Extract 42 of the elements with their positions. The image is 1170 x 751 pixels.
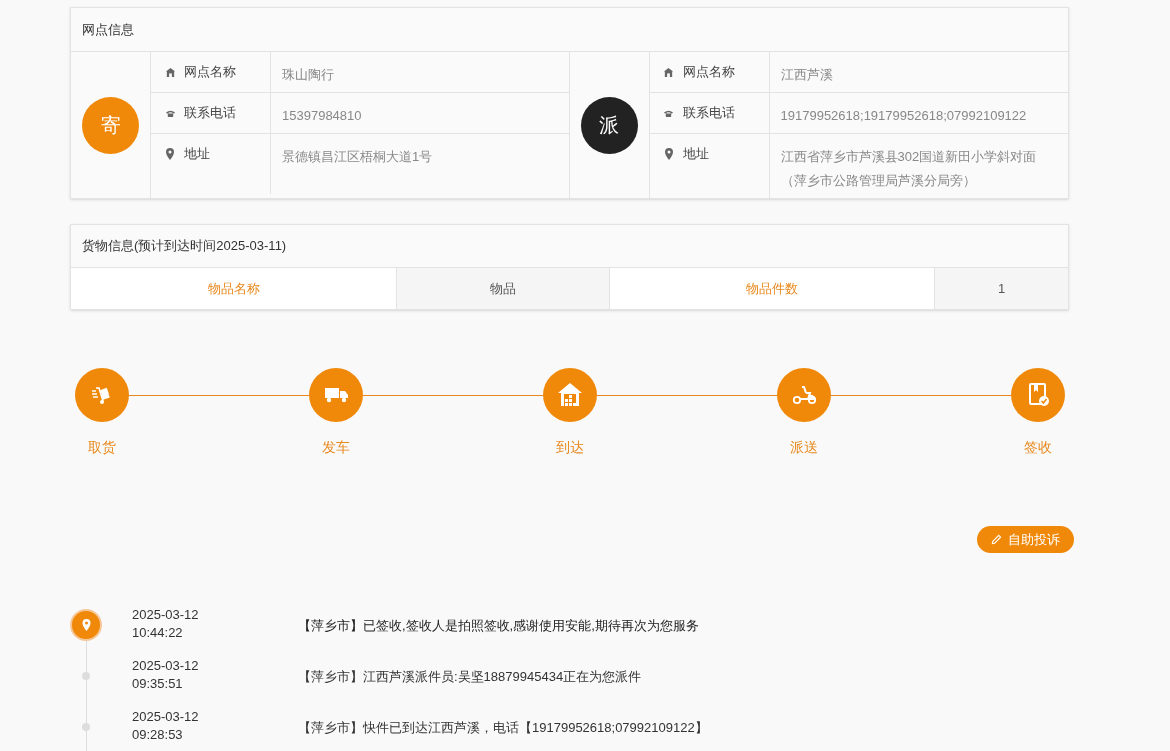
step-label: 发车 xyxy=(322,438,350,457)
pencil-icon xyxy=(991,534,1002,545)
event-date: 2025-03-12 xyxy=(132,657,200,675)
event-description: 【萍乡市】江西芦溪派件员:吴坚18879945434正在为您派件 xyxy=(298,668,642,686)
field-label: 网点名称 xyxy=(184,65,236,79)
location-pin-icon xyxy=(664,148,673,160)
field-value: 15397984810 xyxy=(282,108,362,123)
field-label: 地址 xyxy=(682,147,709,161)
field-value: 珠山陶行 xyxy=(282,67,334,82)
phone-icon xyxy=(164,108,176,118)
event-time: 09:35:51 xyxy=(132,675,184,693)
badge: 寄 xyxy=(82,96,139,154)
table-cell: 物品名称 xyxy=(71,268,397,309)
event-description: 【萍乡市】快件已到达江西芦溪，电话【19179952618;07992109122】 xyxy=(298,719,708,737)
step-label: 签收 xyxy=(1024,438,1052,457)
field-value: 19179952618;19179952618;07992109122 xyxy=(780,108,1027,123)
location-pin-icon xyxy=(81,619,91,631)
field-label: 地址 xyxy=(184,147,210,161)
field-value: 景德镇昌江区梧桐大道1号 xyxy=(282,149,433,164)
location-pin-icon xyxy=(166,148,174,160)
house-icon xyxy=(663,66,674,78)
field-label: 网点名称 xyxy=(682,65,735,79)
table-cell: 物品 xyxy=(397,268,610,309)
step-label: 取货 xyxy=(88,438,116,457)
event-description: 【萍乡市】已签收,签收人是拍照签收,感谢使用安能,期待再次为您服务 xyxy=(298,617,699,635)
table-cell: 1 xyxy=(935,268,1068,309)
card-title: 网点信息 xyxy=(71,8,1068,52)
event-time: 10:44:22 xyxy=(132,624,184,642)
field-label: 联系电话 xyxy=(184,106,236,120)
event-date: 2025-03-12 xyxy=(132,606,200,624)
phone-icon xyxy=(663,108,674,118)
complaint-button[interactable]: 自助投诉 xyxy=(977,526,1074,553)
house-icon xyxy=(164,66,176,78)
event-date: 2025-03-12 xyxy=(132,708,200,726)
field-label: 联系电话 xyxy=(682,106,735,120)
step-label: 派送 xyxy=(790,438,818,457)
event-time: 09:28:53 xyxy=(132,726,184,744)
field-value: 江西省萍乡市芦溪县302国道新田小学斜对面（萍乡市公路管理局芦溪分局旁） xyxy=(780,149,1037,188)
field-value: 江西芦溪 xyxy=(780,67,833,82)
table-cell: 物品件数 xyxy=(610,268,935,309)
badge: 派 xyxy=(580,96,638,154)
step-label: 到达 xyxy=(556,438,584,457)
